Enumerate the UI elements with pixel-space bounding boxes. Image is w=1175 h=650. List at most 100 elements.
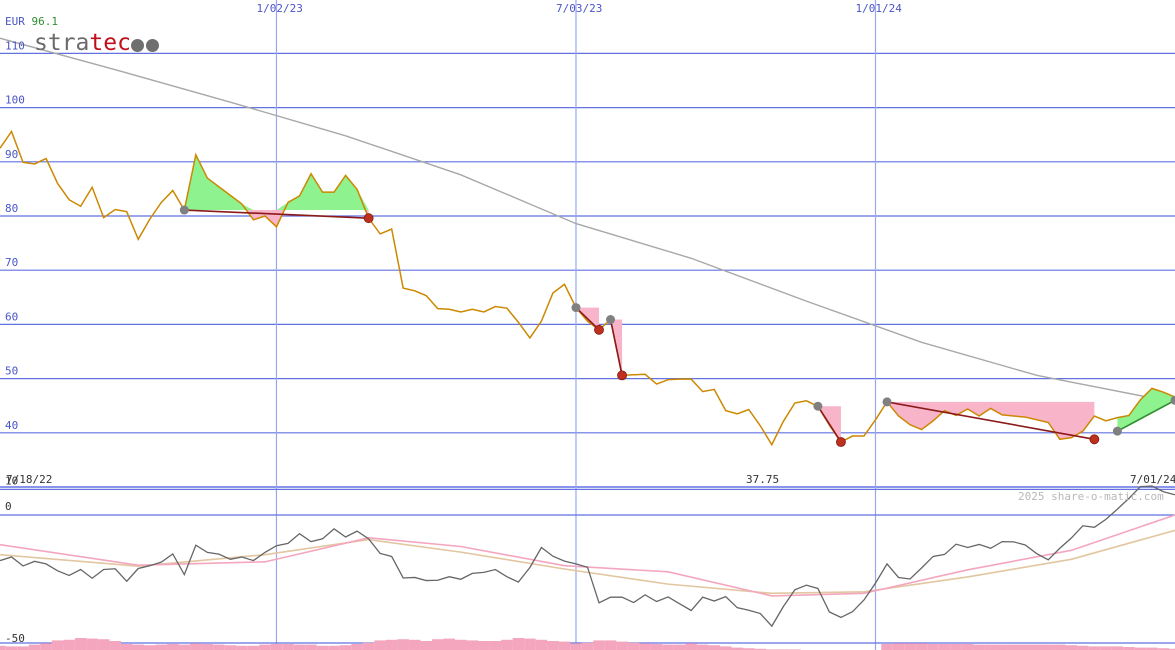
date-tick-label: 7/03/23 [556, 2, 602, 15]
volume-bar [74, 638, 87, 650]
volume-bar [1054, 644, 1066, 650]
volume-bar [224, 645, 237, 650]
moving-average-line [0, 37, 1175, 404]
volume-bar [259, 644, 271, 650]
logo-dot-icon [146, 39, 159, 52]
volume-bar [501, 639, 513, 650]
signal-exit-marker [594, 324, 604, 335]
volume-bar [5, 646, 18, 650]
stock-chart: 40 50 60 70 80 90 100 110 1/02/23 7/03/23 1/01/24 1… [0, 0, 1175, 650]
volume-bar [1042, 644, 1055, 650]
volume-bar [1065, 645, 1078, 650]
volume-bar [696, 644, 709, 650]
signal-exit-marker [836, 437, 846, 447]
volume-bar [570, 643, 582, 650]
volume-bar [1007, 644, 1020, 650]
volume-bar [282, 644, 294, 650]
oscillator-tick-label: 0 [5, 500, 12, 513]
volume-bar [984, 644, 997, 650]
price-tick-label: 70 [5, 256, 18, 269]
chart-canvas: 4050607080901001101/02/23 7/03/23 1/01/241… [0, 0, 1175, 650]
volume-bar [143, 645, 156, 650]
volume-bar [63, 639, 75, 650]
volume-bar [1088, 646, 1101, 650]
oscillator-signal-slow-line [0, 529, 1175, 595]
volume-bar [639, 643, 651, 650]
volume-bar [305, 644, 317, 650]
end-date-label: 7/01/24 [1130, 473, 1175, 486]
volume-bar [915, 643, 928, 650]
volume-bar [190, 643, 202, 650]
volume-bar [950, 644, 962, 650]
oscillator-tick-label: -50 [5, 632, 25, 645]
volume-bar [627, 642, 640, 650]
price-tick-label: 60 [5, 310, 18, 323]
signal-fill-layer [184, 154, 1175, 443]
volume-bar [466, 640, 479, 650]
volume-bar [178, 644, 191, 650]
volume-bar [213, 644, 225, 650]
volume-bar [938, 644, 951, 650]
volume-bar [236, 645, 248, 650]
volume-bar [132, 644, 144, 650]
logo-text-stra: stra [34, 30, 90, 56]
signal-entry-marker [571, 303, 581, 313]
volume-bar [1111, 646, 1124, 650]
volume-bar [881, 644, 893, 650]
volume-bar [708, 645, 720, 650]
volume-bar [385, 639, 398, 650]
volume-bar [1031, 644, 1043, 650]
volume-bar [455, 639, 467, 650]
price-tick-label: 40 [5, 419, 18, 432]
volume-bar [443, 638, 456, 650]
volume-bar [109, 641, 121, 650]
logo-dot-icon [131, 39, 144, 52]
volume-bar [581, 642, 594, 650]
date-tick-label: 1/02/23 [256, 2, 302, 15]
volume-bar [616, 641, 628, 650]
volume-bar [478, 641, 490, 650]
volume-bar [247, 645, 260, 650]
volume-bar [662, 644, 674, 650]
oscillator-signal-fast-line [0, 514, 1175, 597]
volume-bar [512, 638, 525, 650]
volume-bar [293, 644, 306, 650]
volume-bar [420, 641, 432, 650]
volume-bar [339, 645, 352, 650]
volume-bar [685, 643, 697, 650]
volume-bar [97, 639, 110, 650]
price-line [0, 129, 1175, 447]
signal-entry-marker [882, 397, 892, 407]
signal-entry-marker [813, 401, 823, 411]
volume-bar [547, 641, 559, 650]
volume-bar [604, 640, 617, 650]
volume-bar [1077, 645, 1089, 650]
volume-layer [0, 638, 1175, 650]
moving-average-layer [0, 37, 1175, 404]
volume-bar [0, 645, 6, 650]
logo-dots [131, 37, 161, 56]
volume-bar [201, 644, 214, 650]
volume-bar [973, 644, 985, 650]
oscillator-layer [0, 485, 1175, 628]
volume-bar [351, 644, 363, 650]
indicator-value: 96.1 [31, 15, 59, 28]
volume-bar [558, 641, 571, 650]
volume-bar [719, 646, 732, 650]
volume-bar [167, 644, 179, 650]
volume-bar [155, 644, 168, 650]
volume-bar [524, 638, 536, 650]
currency-label: EUR [5, 15, 25, 28]
oscillator-line [0, 485, 1175, 628]
price-tick-label: 110 [5, 39, 25, 52]
volume-bar [51, 640, 64, 650]
oscillator-grid [0, 488, 1175, 644]
min-value-label: 37.75 [746, 473, 779, 486]
volume-bar [535, 639, 548, 650]
volume-bar [650, 644, 663, 650]
volume-bar [961, 644, 974, 650]
signal-entry-marker [179, 205, 189, 215]
volume-bar [1100, 646, 1112, 650]
start-date-label: 7/18/22 [6, 473, 52, 486]
logo-text-tec: tec [89, 30, 131, 56]
